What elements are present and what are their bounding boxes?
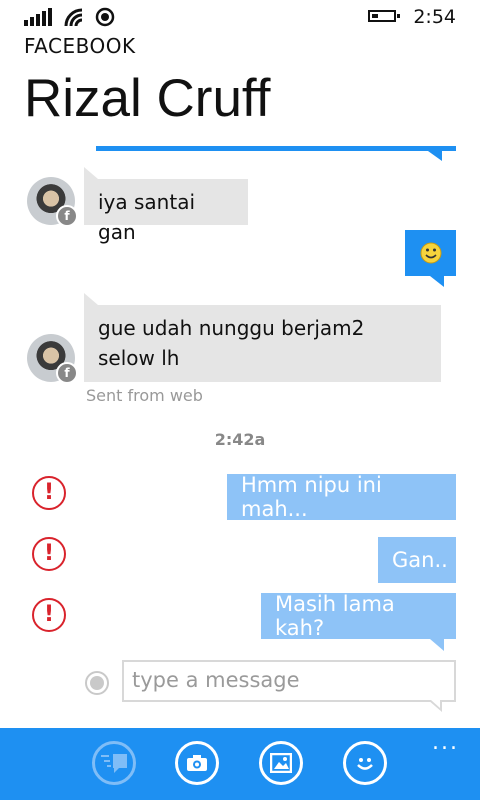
message-bubble-failed[interactable]: Hmm nipu ini mah...	[227, 473, 456, 521]
sim-selector-icon[interactable]	[84, 670, 110, 696]
camera-icon[interactable]	[175, 741, 219, 785]
smiley-icon[interactable]	[343, 741, 387, 785]
bubble-tail	[84, 293, 98, 305]
battery-icon	[368, 10, 400, 22]
bubble-tail	[430, 276, 444, 287]
message-input[interactable]: type a message	[122, 660, 456, 702]
message-text: Masih lama kah?	[275, 592, 395, 640]
bubble-tail	[84, 167, 98, 179]
smiley-glyph	[357, 758, 373, 770]
error-icon[interactable]: !	[32, 476, 66, 510]
messages-icon[interactable]	[92, 741, 136, 785]
app-title: FACEBOOK	[24, 34, 136, 58]
message-text: iya santai gan	[98, 190, 196, 244]
divider-tail	[428, 151, 442, 161]
signal-icon	[24, 8, 52, 26]
clock: 2:54	[413, 6, 456, 28]
message-bubble-outgoing[interactable]	[405, 230, 456, 276]
message-bubble[interactable]: gue udah nunggu berjam2 selow lh	[84, 305, 441, 382]
error-icon[interactable]: !	[32, 598, 66, 632]
message-text: Hmm nipu ini mah...	[241, 473, 382, 521]
wifi-icon	[64, 8, 83, 27]
photo-glyph	[270, 753, 292, 773]
message-meta: Sent from web	[86, 386, 203, 405]
smiley-emoji-icon	[420, 242, 441, 264]
more-options-button[interactable]: ...	[432, 730, 459, 755]
conversation-divider	[96, 146, 456, 151]
conversation-timestamp: 2:42a	[214, 430, 266, 449]
message-bubble-failed[interactable]: Gan..	[378, 537, 456, 583]
bubble-tail	[430, 639, 444, 651]
message-text: Gan..	[392, 548, 448, 572]
message-text: gue udah nunggu berjam2 selow lh	[98, 316, 365, 370]
status-bar: 2:54	[0, 0, 480, 32]
input-tail-inner	[431, 700, 440, 708]
facebook-icon: f	[56, 362, 78, 384]
send-list-glyph	[101, 754, 127, 773]
message-bubble-failed[interactable]: Masih lama kah?	[261, 592, 456, 640]
error-icon[interactable]: !	[32, 537, 66, 571]
camera-glyph	[187, 755, 207, 771]
facebook-icon: f	[56, 205, 78, 227]
location-icon	[95, 7, 115, 27]
message-bubble[interactable]: iya santai gan	[84, 179, 248, 244]
photo-icon[interactable]	[259, 741, 303, 785]
contact-name: Rizal Cruff	[24, 69, 271, 128]
app-bar	[0, 728, 480, 800]
